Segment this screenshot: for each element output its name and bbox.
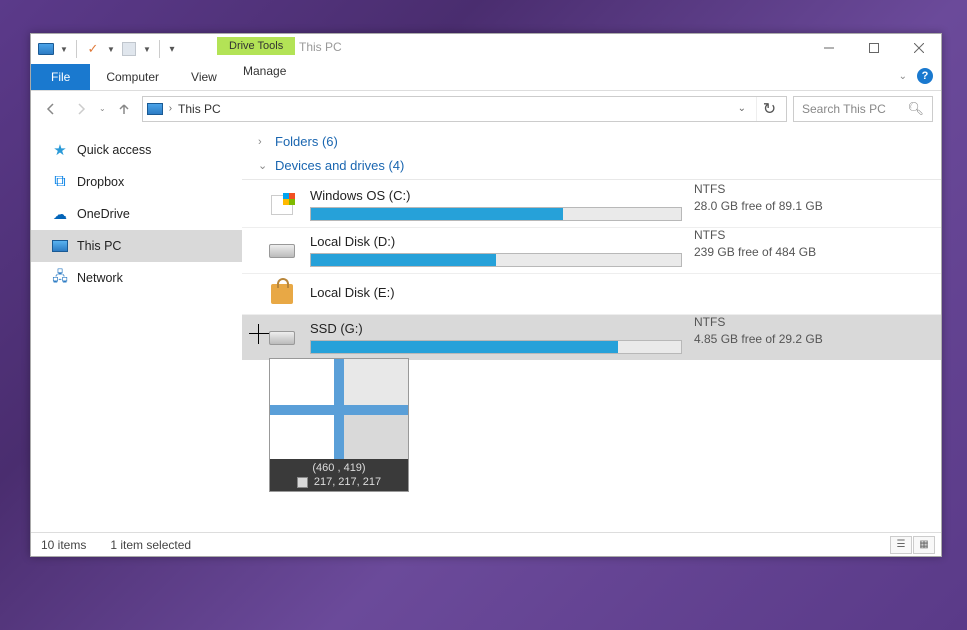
usage-bar — [310, 253, 682, 267]
picker-rgb: 217, 217, 217 — [314, 476, 381, 488]
navigation-pane: ★ Quick access ⧉ Dropbox ☁ OneDrive This… — [31, 126, 242, 532]
back-button[interactable] — [39, 97, 63, 121]
quick-access-toolbar: ▼ ✓ ▼ ▼ ▾ — [31, 40, 177, 58]
tab-computer[interactable]: Computer — [90, 64, 175, 90]
color-picker-popup: (460 , 419) 217, 217, 217 — [269, 358, 409, 492]
chevron-right-icon: › — [258, 136, 269, 148]
checkmark-icon[interactable]: ✓ — [84, 40, 102, 58]
customize-qat-dropdown[interactable]: ▾ — [167, 44, 177, 55]
content-area: ★ Quick access ⧉ Dropbox ☁ OneDrive This… — [31, 126, 941, 532]
title-bar: ▼ ✓ ▼ ▼ ▾ Drive Tools This PC — [31, 34, 941, 64]
refresh-button[interactable]: ↻ — [756, 97, 782, 121]
drive-free-space: 4.85 GB free of 29.2 GB — [694, 332, 823, 346]
large-icons-view-button[interactable]: ▦ — [913, 536, 935, 554]
status-bar: 10 items 1 item selected ☰ ▦ — [31, 532, 941, 556]
nav-bar: ⌄ › This PC ⌄ ↻ Search This PC 🔍︎ — [31, 91, 941, 126]
sidebar-item-label: This PC — [77, 239, 121, 253]
drive-name: SSD (G:) — [310, 321, 925, 336]
details-view-button[interactable]: ☰ — [890, 536, 912, 554]
chevron-down-icon[interactable]: ▼ — [59, 45, 69, 54]
section-label: Devices and drives (4) — [275, 158, 404, 173]
section-devices[interactable]: ⌄ Devices and drives (4) — [242, 154, 941, 180]
search-placeholder: Search This PC — [802, 102, 907, 116]
drive-filesystem: NTFS — [694, 228, 816, 242]
star-icon: ★ — [51, 141, 69, 159]
maximize-button[interactable] — [851, 34, 896, 62]
color-picker-info: (460 , 419) 217, 217, 217 — [270, 459, 408, 491]
picker-coordinates: (460 , 419) — [312, 462, 365, 474]
search-input[interactable]: Search This PC 🔍︎ — [793, 96, 933, 122]
hdd-icon — [268, 324, 296, 352]
tab-file[interactable]: File — [31, 64, 90, 90]
close-button[interactable] — [896, 34, 941, 62]
color-swatch — [297, 477, 308, 488]
sidebar-item-label: Network — [77, 271, 123, 285]
drive-free-space: 239 GB free of 484 GB — [694, 245, 816, 259]
drive-item-c[interactable]: Windows OS (C:) NTFS 28.0 GB free of 89.… — [242, 182, 941, 228]
address-dropdown-icon[interactable]: ⌄ — [738, 103, 746, 114]
sidebar-item-dropbox[interactable]: ⧉ Dropbox — [31, 166, 242, 198]
this-pc-icon — [147, 103, 163, 115]
drive-free-space: 28.0 GB free of 89.1 GB — [694, 199, 823, 213]
drive-name: Local Disk (D:) — [310, 234, 925, 249]
locked-drive-icon — [268, 280, 296, 308]
chevron-down-icon: ⌄ — [258, 159, 269, 172]
drive-name: Windows OS (C:) — [310, 188, 925, 203]
sidebar-item-this-pc[interactable]: This PC — [31, 230, 242, 262]
drive-item-e[interactable]: Local Disk (E:) — [242, 274, 941, 315]
chevron-right-icon[interactable]: › — [169, 103, 172, 114]
expand-ribbon-icon[interactable]: ⌄ — [899, 71, 907, 82]
usage-bar — [310, 340, 682, 354]
drive-item-d[interactable]: Local Disk (D:) NTFS 239 GB free of 484 … — [242, 228, 941, 274]
network-icon: 🖧︎ — [51, 269, 69, 287]
tab-manage[interactable]: Manage — [227, 64, 302, 78]
os-drive-icon — [268, 191, 296, 219]
properties-icon[interactable] — [37, 40, 55, 58]
usage-bar — [310, 207, 682, 221]
monitor-icon — [51, 237, 69, 255]
sidebar-item-onedrive[interactable]: ☁ OneDrive — [31, 198, 242, 230]
minimize-button[interactable] — [806, 34, 851, 62]
section-folders[interactable]: › Folders (6) — [242, 130, 941, 154]
window-controls — [806, 34, 941, 62]
address-segment[interactable]: This PC — [178, 102, 221, 116]
window-title: This PC — [299, 40, 342, 54]
chevron-down-icon[interactable]: ▼ — [142, 45, 152, 54]
sidebar-item-label: Quick access — [77, 143, 151, 157]
drive-name: Local Disk (E:) — [310, 285, 925, 300]
color-picker-zoom — [270, 359, 408, 459]
sidebar-item-label: OneDrive — [77, 207, 130, 221]
sidebar-item-quick-access[interactable]: ★ Quick access — [31, 134, 242, 166]
chevron-down-icon[interactable]: ▼ — [106, 45, 116, 54]
cloud-icon: ☁ — [51, 205, 69, 223]
sidebar-item-network[interactable]: 🖧︎ Network — [31, 262, 242, 294]
address-bar[interactable]: › This PC ⌄ ↻ — [142, 96, 787, 122]
ribbon-context-tab[interactable]: Drive Tools — [217, 37, 295, 55]
up-button[interactable] — [112, 97, 136, 121]
dropbox-icon: ⧉ — [51, 173, 69, 191]
explorer-window: ▼ ✓ ▼ ▼ ▾ Drive Tools This PC File Compu… — [30, 33, 942, 557]
hdd-icon — [268, 237, 296, 265]
selection-count: 1 item selected — [110, 538, 191, 552]
recent-locations-dropdown[interactable]: ⌄ — [99, 104, 106, 113]
ribbon-tabs: File Computer View Manage ⌄ ? — [31, 64, 941, 91]
drive-item-g[interactable]: SSD (G:) NTFS 4.85 GB free of 29.2 GB — [242, 315, 941, 360]
help-icon[interactable]: ? — [917, 68, 933, 84]
drive-filesystem: NTFS — [694, 182, 823, 196]
new-folder-icon[interactable] — [120, 40, 138, 58]
drive-filesystem: NTFS — [694, 315, 823, 329]
sidebar-item-label: Dropbox — [77, 175, 124, 189]
section-label: Folders (6) — [275, 134, 338, 149]
search-icon: 🔍︎ — [907, 101, 924, 117]
tab-view[interactable]: View — [175, 64, 233, 90]
forward-button[interactable] — [69, 97, 93, 121]
item-count: 10 items — [41, 538, 86, 552]
